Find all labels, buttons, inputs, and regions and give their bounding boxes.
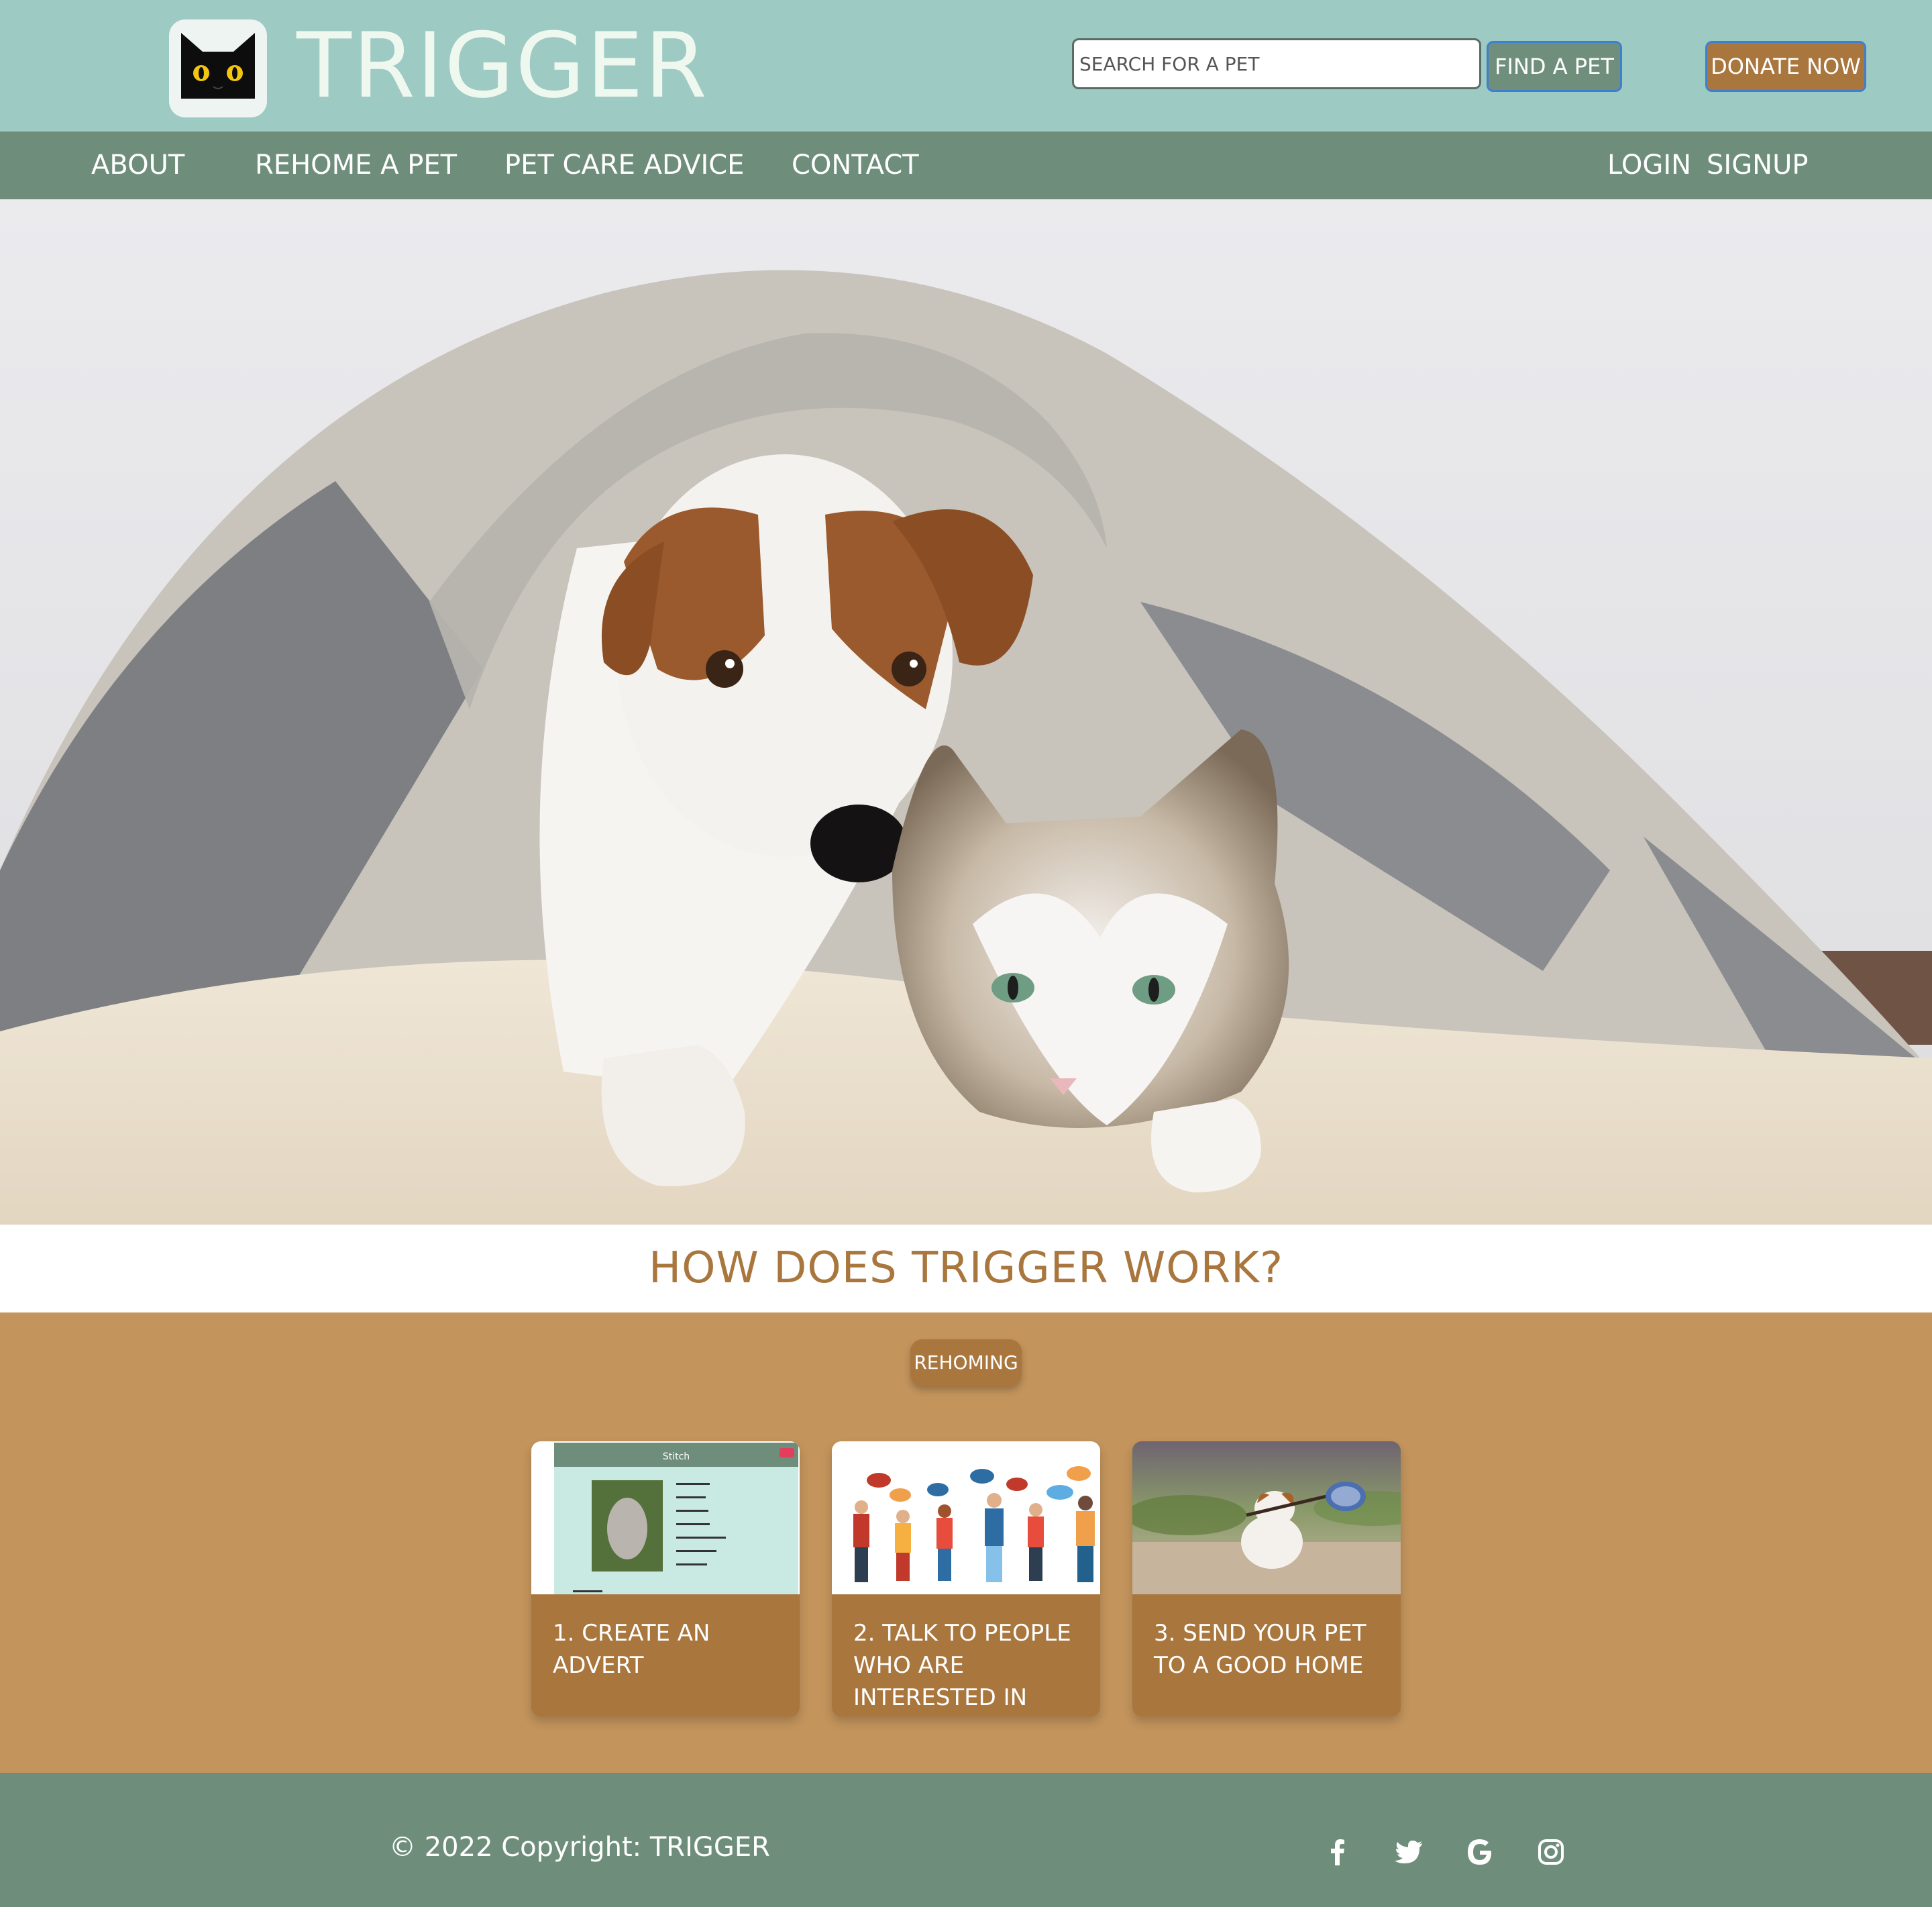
donate-now-button[interactable]: DONATE NOW (1705, 41, 1866, 92)
step-card-create-advert[interactable]: Stitch 1. CREATE AN ADVERT (531, 1441, 800, 1716)
how-it-works-section: REHOMING Stitch 1. CREATE AN ADVERT 2. T… (0, 1312, 1932, 1773)
step-card-send-pet-home[interactable]: 3. SEND YOUR PET TO A GOOD HOME (1132, 1441, 1401, 1716)
site-header: TRIGGER FIND A PET DONATE NOW (0, 0, 1932, 132)
advert-preview-pet-name: Stitch (663, 1451, 690, 1462)
copyright-text: © 2022 Copyright: TRIGGER (389, 1832, 770, 1863)
dog-with-bindle-photo (1132, 1441, 1401, 1594)
main-navigation: ABOUT REHOME A PET PET CARE ADVICE CONTA… (0, 132, 1932, 199)
step-1-label: 1. CREATE AN ADVERT (553, 1620, 710, 1679)
how-it-works-title: HOW DOES TRIGGER WORK? (648, 1243, 1284, 1293)
instagram-icon[interactable] (1532, 1833, 1570, 1871)
search-input[interactable] (1072, 38, 1481, 89)
advert-screenshot-image: Stitch (531, 1441, 800, 1594)
nav-item-about[interactable]: ABOUT (91, 132, 184, 199)
nav-item-rehome-a-pet[interactable]: REHOME A PET (255, 132, 457, 199)
nav-item-contact[interactable]: CONTACT (792, 132, 919, 199)
cat-logo-icon[interactable] (169, 19, 267, 117)
step-2-label: 2. TALK TO PEOPLE WHO ARE INTERESTED IN … (853, 1620, 1071, 1711)
site-logo-title[interactable]: TRIGGER (297, 12, 708, 119)
rehoming-tab-button[interactable]: REHOMING (910, 1339, 1022, 1386)
step-card-talk-to-people[interactable]: 2. TALK TO PEOPLE WHO ARE INTERESTED IN … (832, 1441, 1100, 1716)
facebook-icon[interactable] (1319, 1833, 1356, 1871)
site-footer: © 2022 Copyright: TRIGGER (0, 1773, 1932, 1907)
how-it-works-header: HOW DOES TRIGGER WORK? (0, 1225, 1932, 1312)
step-3-label: 3. SEND YOUR PET TO A GOOD HOME (1154, 1620, 1366, 1679)
hero-image-dog-and-cat (0, 199, 1932, 1225)
login-link[interactable]: LOGIN (1607, 132, 1691, 199)
nav-item-pet-care-advice[interactable]: PET CARE ADVICE (504, 132, 744, 199)
people-talking-illustration (832, 1441, 1100, 1594)
twitter-icon[interactable] (1390, 1833, 1428, 1871)
google-icon[interactable] (1461, 1833, 1499, 1871)
find-a-pet-button[interactable]: FIND A PET (1487, 41, 1622, 92)
signup-link[interactable]: SIGNUP (1707, 132, 1809, 199)
